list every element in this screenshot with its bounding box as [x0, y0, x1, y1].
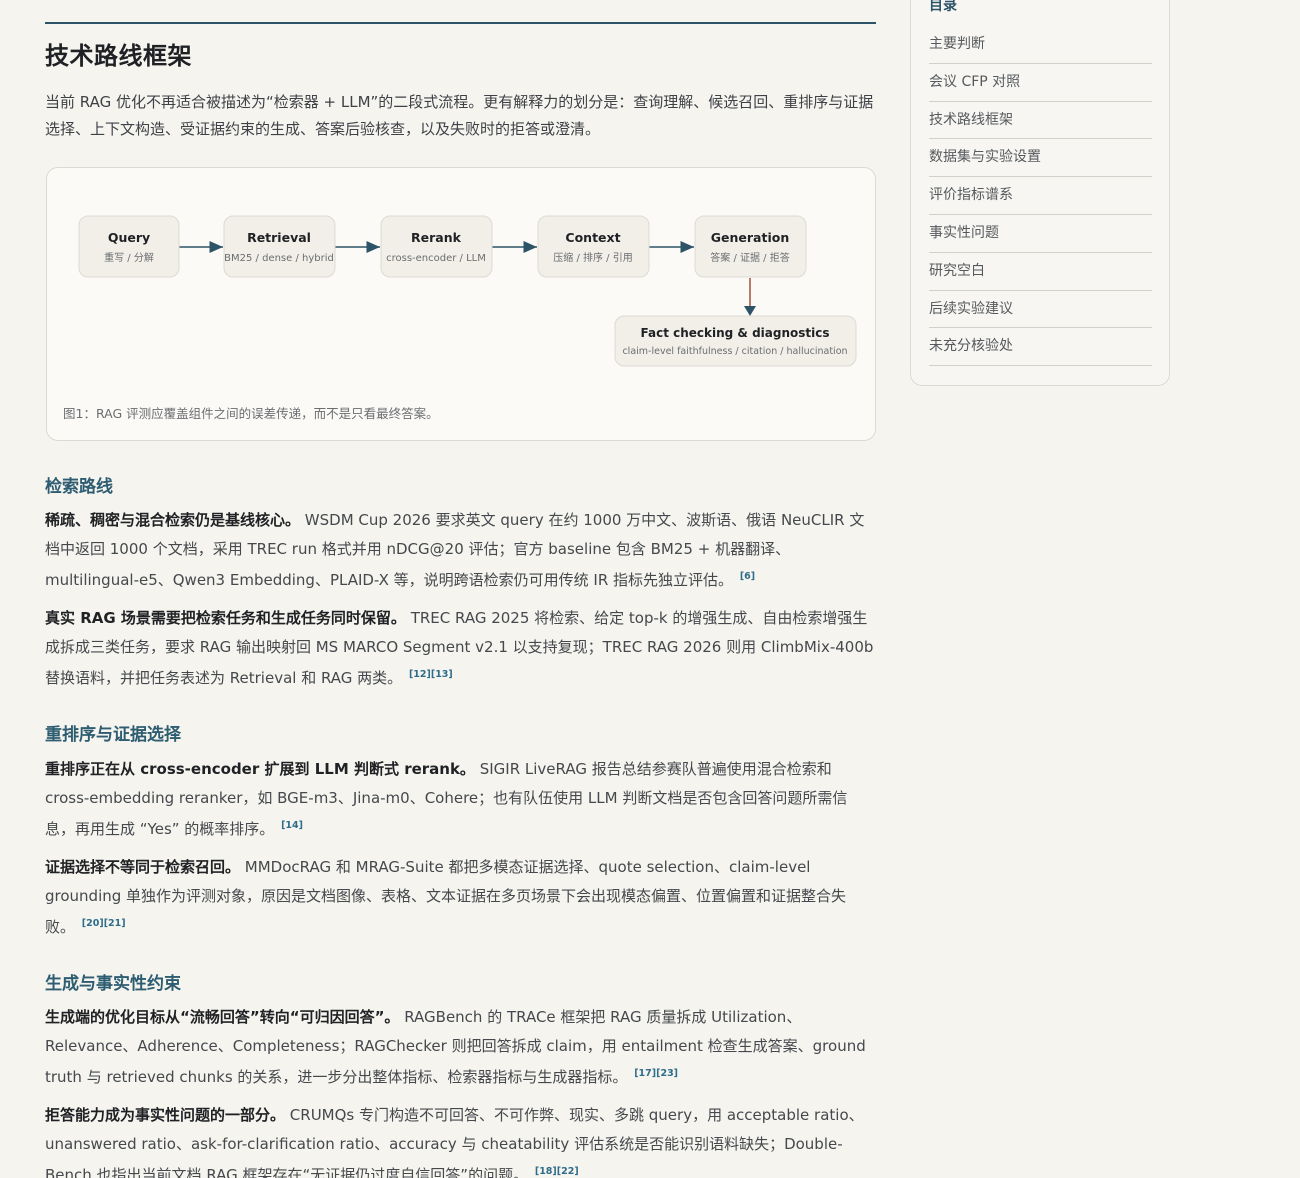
paragraph-lead: 稀疏、稠密与混合检索仍是基线核心。 — [45, 511, 301, 529]
citation-link[interactable]: [12][13] — [409, 669, 453, 680]
toc-item-metrics[interactable]: 评价指标谱系 — [929, 177, 1152, 215]
table-of-contents: 目录 主要判断 会议 CFP 对照 技术路线框架 数据集与实验设置 评价指标谱系… — [910, 0, 1170, 386]
node-query-title: Query — [108, 230, 150, 245]
node-query: Query 重写 / 分解 — [78, 215, 180, 278]
section-title: 技术路线框架 — [45, 42, 192, 70]
arrow-generation-factcheck-head — [744, 306, 756, 316]
toc-title: 目录 — [929, 0, 957, 14]
paragraph-retrieval-1: 稀疏、稠密与混合检索仍是基线核心。 WSDM Cup 2026 要求英文 que… — [45, 506, 876, 595]
toc-item-tech-framework[interactable]: 技术路线框架 — [929, 102, 1152, 140]
section-divider — [45, 22, 876, 24]
heading-generation: 生成与事实性约束 — [45, 974, 181, 994]
paragraph-lead: 证据选择不等同于检索召回。 — [45, 858, 241, 876]
node-fact-checking-title: Fact checking & diagnostics — [641, 326, 830, 340]
toc-item-main-judgment[interactable]: 主要判断 — [929, 26, 1152, 64]
node-context-sub: 压缩 / 排序 / 引用 — [553, 251, 632, 264]
paragraph-lead: 真实 RAG 场景需要把检索任务和生成任务同时保留。 — [45, 609, 406, 627]
node-retrieval-sub: BM25 / dense / hybrid — [224, 253, 334, 264]
citation-link[interactable]: [20][21] — [82, 918, 126, 929]
heading-retrieval: 检索路线 — [45, 477, 113, 497]
node-generation-title: Generation — [711, 230, 789, 245]
node-context-title: Context — [565, 230, 620, 245]
paragraph-lead: 拒答能力成为事实性问题的一部分。 — [45, 1106, 286, 1124]
node-generation-sub: 答案 / 证据 / 拒答 — [710, 251, 789, 264]
toc-item-follow-up[interactable]: 后续实验建议 — [929, 291, 1152, 329]
node-query-sub: 重写 / 分解 — [104, 251, 154, 264]
node-generation: Generation 答案 / 证据 / 拒答 — [694, 215, 807, 278]
heading-rerank: 重排序与证据选择 — [45, 725, 181, 745]
node-rerank-title: Rerank — [411, 230, 462, 245]
toc-item-factuality[interactable]: 事实性问题 — [929, 215, 1152, 253]
toc-list: 主要判断 会议 CFP 对照 技术路线框架 数据集与实验设置 评价指标谱系 事实… — [929, 26, 1152, 367]
citation-link[interactable]: [6] — [740, 571, 755, 582]
paragraph-generation-2: 拒答能力成为事实性问题的一部分。 CRUMQs 专门构造不可回答、不可作弊、现实… — [45, 1101, 876, 1178]
toc-item-unverified[interactable]: 未充分核验处 — [929, 328, 1152, 367]
node-rerank-sub: cross-encoder / LLM — [386, 253, 486, 264]
pipeline-figure: Query 重写 / 分解 Retrieval BM25 / dense / h… — [46, 167, 876, 441]
toc-item-datasets[interactable]: 数据集与实验设置 — [929, 139, 1152, 178]
toc-item-research-gaps[interactable]: 研究空白 — [929, 253, 1152, 291]
figure-caption: 图1：RAG 评测应覆盖组件之间的误差传递，而不是只看最终答案。 — [63, 406, 439, 421]
node-retrieval-title: Retrieval — [247, 230, 311, 245]
node-fact-checking-sub: claim-level faithfulness / citation / ha… — [622, 346, 847, 357]
paragraph-lead: 生成端的优化目标从“流畅回答”转向“可归因回答”。 — [45, 1008, 400, 1026]
node-fact-checking: Fact checking & diagnostics claim-level … — [614, 315, 857, 367]
paragraph-rerank-2: 证据选择不等同于检索召回。 MMDocRAG 和 MRAG-Suite 都把多模… — [45, 853, 876, 942]
paragraph-retrieval-2: 真实 RAG 场景需要把检索任务和生成任务同时保留。 TREC RAG 2025… — [45, 604, 876, 693]
paragraph-lead: 重排序正在从 cross-encoder 扩展到 LLM 判断式 rerank。 — [45, 760, 475, 778]
node-context: Context 压缩 / 排序 / 引用 — [537, 215, 650, 278]
node-rerank: Rerank cross-encoder / LLM — [380, 215, 493, 278]
node-retrieval: Retrieval BM25 / dense / hybrid — [223, 215, 336, 278]
citation-link[interactable]: [18][22] — [535, 1166, 579, 1177]
citation-link[interactable]: [17][23] — [634, 1068, 678, 1079]
paragraph-rerank-1: 重排序正在从 cross-encoder 扩展到 LLM 判断式 rerank。… — [45, 755, 876, 844]
pipeline-diagram: Query 重写 / 分解 Retrieval BM25 / dense / h… — [78, 215, 857, 367]
section-intro: 当前 RAG 优化不再适合被描述为“检索器 + LLM”的二段式流程。更有解释力… — [45, 93, 874, 138]
citation-link[interactable]: [14] — [281, 820, 303, 831]
paragraph-generation-1: 生成端的优化目标从“流畅回答”转向“可归因回答”。 RAGBench 的 TRA… — [45, 1003, 876, 1092]
toc-item-cfp-comparison[interactable]: 会议 CFP 对照 — [929, 64, 1152, 102]
